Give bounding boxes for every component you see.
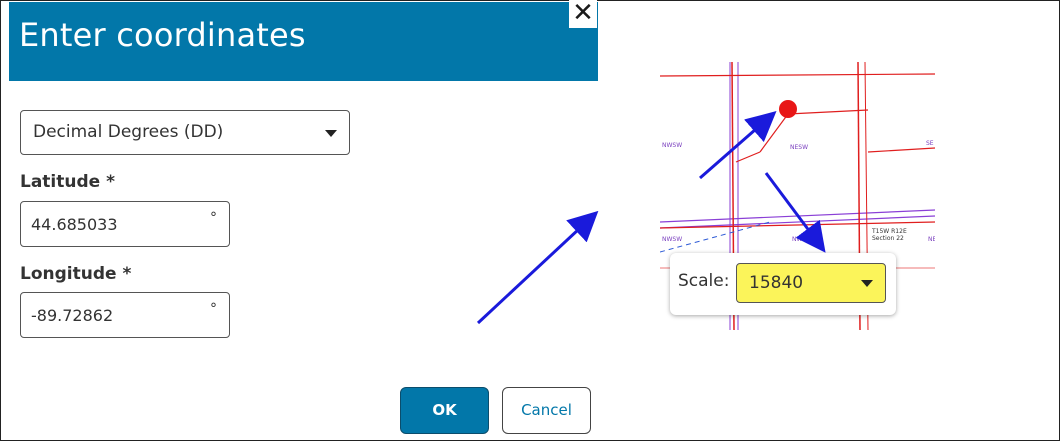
map-label: SE: [926, 140, 934, 147]
map-label: T15W R12E: [872, 228, 907, 235]
degree-unit: °: [210, 210, 217, 226]
scale-select[interactable]: 15840: [736, 263, 886, 303]
map-label: NWSW: [662, 142, 683, 149]
latitude-input[interactable]: 44.685033 °: [20, 201, 230, 247]
dialog-title: Enter coordinates: [19, 16, 306, 54]
longitude-input[interactable]: -89.72862 °: [20, 292, 230, 338]
map-label: Section 22: [872, 235, 904, 242]
cancel-button[interactable]: Cancel: [502, 387, 591, 434]
chevron-down-icon: [325, 130, 337, 137]
coordinate-format-value: Decimal Degrees (DD): [33, 122, 224, 142]
dialog-header: Enter coordinates: [9, 2, 598, 81]
location-marker-icon: [779, 100, 797, 118]
scale-value: 15840: [749, 273, 804, 293]
longitude-value: -89.72862: [31, 306, 114, 325]
map-label: NW: [792, 236, 803, 243]
latitude-value: 44.685033: [31, 215, 118, 234]
longitude-label: Longitude *: [20, 264, 132, 284]
scale-control: Scale: 15840: [670, 253, 896, 315]
coordinate-format-select[interactable]: Decimal Degrees (DD): [20, 110, 350, 155]
ok-button[interactable]: OK: [400, 387, 489, 434]
map-label: NWSW: [662, 236, 683, 243]
scale-label: Scale:: [678, 271, 730, 291]
close-icon[interactable]: ✕: [569, 0, 597, 28]
degree-unit: °: [210, 301, 217, 317]
map-label: NE: [928, 236, 935, 243]
chevron-down-icon: [861, 280, 873, 287]
latitude-label: Latitude *: [20, 172, 115, 192]
map-label: NESW: [790, 144, 809, 151]
